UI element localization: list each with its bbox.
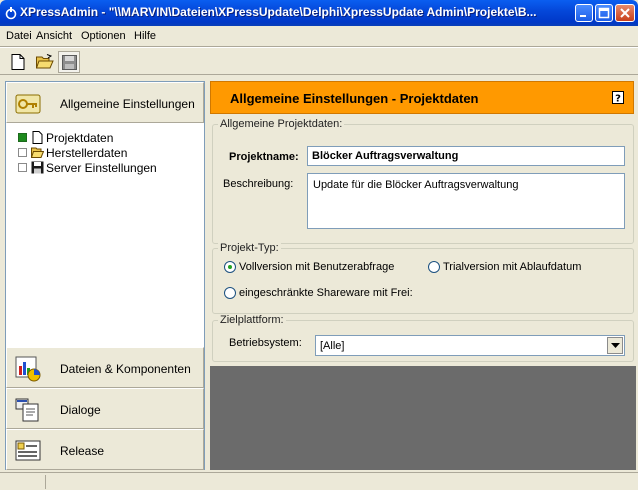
menu-hilfe[interactable]: Hilfe — [134, 30, 156, 42]
minimize-icon — [580, 15, 586, 17]
help-icon[interactable]: ? — [612, 91, 624, 104]
radio-trial-version-label[interactable]: Trialversion mit Ablaufdatum — [443, 261, 581, 273]
save-button[interactable] — [58, 51, 80, 73]
new-button[interactable] — [8, 51, 30, 73]
tree-item-label: Herstellerdaten — [46, 146, 128, 160]
floppy-icon — [31, 161, 44, 174]
title-bar[interactable]: XPressAdmin - "\\MARVIN\Dateien\XPressUp… — [0, 0, 638, 26]
os-dropdown-value: [Alle] — [320, 340, 345, 352]
project-type-group — [212, 248, 634, 314]
general-data-group-title: Allgemeine Projektdaten: — [218, 118, 345, 130]
window-title: XPressAdmin - "\\MARVIN\Dateien\XPressUp… — [20, 5, 537, 19]
section-header: Allgemeine Einstellungen - Projektdaten … — [210, 81, 634, 114]
document-icon — [32, 131, 43, 144]
tree-item-label: Projektdaten — [46, 131, 114, 145]
nav-general-settings-label: Allgemeine Einstellungen — [60, 97, 195, 111]
tree-checkbox[interactable] — [18, 148, 27, 157]
release-icon — [15, 440, 41, 461]
status-bar — [0, 472, 638, 490]
tree-checkbox[interactable] — [18, 163, 27, 172]
os-dropdown-arrow[interactable] — [607, 337, 623, 354]
new-document-icon — [11, 54, 25, 70]
radio-shareware[interactable] — [224, 287, 236, 299]
chart-components-icon — [15, 356, 41, 382]
nav-dialogs-button[interactable]: Dialoge — [6, 388, 204, 429]
radio-trial-version[interactable] — [428, 261, 440, 273]
section-title: Allgemeine Einstellungen - Projektdaten — [230, 91, 479, 106]
tree-checkbox[interactable] — [18, 133, 27, 142]
maximize-icon — [598, 7, 610, 19]
menu-optionen[interactable]: Optionen — [81, 30, 126, 42]
menu-ansicht[interactable]: Ansicht — [36, 30, 72, 42]
close-icon — [620, 8, 630, 18]
radio-full-version-label[interactable]: Vollversion mit Benutzerabfrage — [239, 261, 394, 273]
status-separator — [45, 475, 46, 489]
tree-item-projektdaten[interactable]: Projektdaten — [18, 130, 198, 145]
description-label: Beschreibung: — [223, 178, 294, 190]
tree-item-server-einstellungen[interactable]: Server Einstellungen — [18, 160, 198, 175]
project-type-group-title: Projekt-Typ: — [218, 242, 281, 254]
nav-release-button[interactable]: Release — [6, 429, 204, 470]
nav-release-label: Release — [60, 444, 105, 458]
project-name-label: Projektname: — [229, 151, 299, 163]
radio-full-version[interactable] — [224, 261, 236, 273]
nav-general-settings-button[interactable]: Allgemeine Einstellungen — [6, 82, 204, 123]
project-name-field[interactable]: Blöcker Auftragsverwaltung — [307, 146, 625, 166]
svg-text:?: ? — [615, 94, 621, 105]
platform-group-title: Zielplattform: — [218, 314, 286, 326]
menu-datei[interactable]: Datei — [6, 30, 32, 42]
os-label: Betriebsystem: — [229, 337, 302, 349]
empty-dark-area — [210, 366, 636, 470]
maximize-button[interactable] — [595, 4, 613, 22]
tree-item-label: Server Einstellungen — [46, 161, 157, 175]
key-settings-icon — [15, 94, 41, 114]
dialog-icon — [15, 398, 39, 422]
description-field[interactable]: Update für die Blöcker Auftragsverwaltun… — [307, 173, 625, 229]
app-icon — [5, 7, 17, 20]
toolbar — [0, 47, 638, 75]
menu-bar: Datei Ansicht Optionen Hilfe — [0, 26, 638, 46]
os-dropdown[interactable]: [Alle] — [315, 335, 625, 356]
settings-tree: Projektdaten Herstellerdaten Server Eins… — [18, 130, 198, 175]
save-icon — [62, 55, 77, 70]
nav-files-components-button[interactable]: Dateien & Komponenten — [6, 347, 204, 388]
radio-selected-dot — [228, 265, 232, 269]
nav-dialogs-label: Dialoge — [60, 403, 101, 417]
open-button[interactable] — [33, 51, 55, 73]
chevron-down-icon — [611, 343, 620, 348]
nav-files-components-label: Dateien & Komponenten — [60, 362, 191, 376]
tree-item-herstellerdaten[interactable]: Herstellerdaten — [18, 145, 198, 160]
open-folder-icon — [36, 54, 54, 69]
radio-shareware-label[interactable]: eingeschränkte Shareware mit Frei: — [239, 287, 413, 299]
folder-open-icon — [31, 147, 44, 158]
close-button[interactable] — [615, 4, 635, 22]
navigation-panel: Allgemeine Einstellungen Projektdaten He… — [5, 81, 205, 470]
minimize-button[interactable] — [575, 4, 593, 22]
content-panel: Allgemeine Einstellungen - Projektdaten … — [210, 81, 636, 470]
